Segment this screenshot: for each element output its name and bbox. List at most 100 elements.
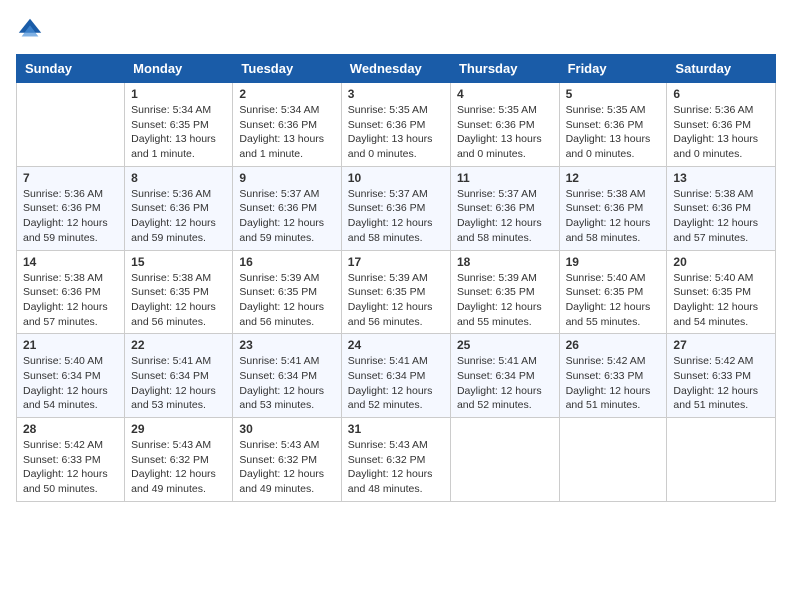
calendar-cell [667,418,776,502]
day-info: Sunrise: 5:39 AMSunset: 6:35 PMDaylight:… [348,271,444,330]
calendar-cell: 14Sunrise: 5:38 AMSunset: 6:36 PMDayligh… [17,250,125,334]
day-number: 14 [23,255,118,269]
day-number: 12 [566,171,661,185]
calendar-cell: 25 Sunrise: 5:41 AMSunset: 6:34 PMDayligh… [450,334,559,418]
day-info: Sunrise: 5:40 AMSunset: 6:35 PMDaylight:… [673,271,769,330]
weekday-header: Tuesday [233,55,341,83]
day-number: 7 [23,171,118,185]
day-info: Sunrise: 5:35 AMSunset: 6:36 PMDaylight:… [566,103,661,162]
day-number: 28 [23,422,118,436]
calendar-cell: 31 Sunrise: 5:43 AMSunset: 6:32 PMDayligh… [341,418,450,502]
calendar-cell: 30 Sunrise: 5:43 AMSunset: 6:32 PMDayligh… [233,418,341,502]
day-number: 25 [457,338,553,352]
calendar-cell: 12 Sunrise: 5:38 AMSunset: 6:36 PMDayligh… [559,166,667,250]
calendar-cell: 3 Sunrise: 5:35 AMSunset: 6:36 PMDaylight… [341,83,450,167]
calendar-cell: 18 Sunrise: 5:39 AMSunset: 6:35 PMDayligh… [450,250,559,334]
weekday-header: Monday [125,55,233,83]
weekday-header: Thursday [450,55,559,83]
calendar-cell: 22 Sunrise: 5:41 AMSunset: 6:34 PMDayligh… [125,334,233,418]
day-info: Sunrise: 5:42 AMSunset: 6:33 PMDaylight:… [23,438,118,497]
calendar-cell: 8 Sunrise: 5:36 AMSunset: 6:36 PMDaylight… [125,166,233,250]
calendar-week-row: 1 Sunrise: 5:34 AMSunset: 6:35 PMDaylight… [17,83,776,167]
calendar-cell: 26 Sunrise: 5:42 AMSunset: 6:33 PMDayligh… [559,334,667,418]
day-info: Sunrise: 5:37 AMSunset: 6:36 PMDaylight:… [457,187,553,246]
calendar-cell [559,418,667,502]
calendar-week-row: 14Sunrise: 5:38 AMSunset: 6:36 PMDayligh… [17,250,776,334]
weekday-header: Wednesday [341,55,450,83]
calendar-cell: 24 Sunrise: 5:41 AMSunset: 6:34 PMDayligh… [341,334,450,418]
calendar-cell [450,418,559,502]
calendar-cell: 16 Sunrise: 5:39 AMSunset: 6:35 PMDayligh… [233,250,341,334]
day-info: Sunrise: 5:38 AMSunset: 6:35 PMDaylight:… [131,271,226,330]
day-number: 5 [566,87,661,101]
calendar-cell: 27 Sunrise: 5:42 AMSunset: 6:33 PMDayligh… [667,334,776,418]
day-number: 18 [457,255,553,269]
day-info: Sunrise: 5:43 AMSunset: 6:32 PMDaylight:… [239,438,334,497]
day-info: Sunrise: 5:42 AMSunset: 6:33 PMDaylight:… [673,354,769,413]
day-number: 4 [457,87,553,101]
weekday-header: Sunday [17,55,125,83]
calendar-week-row: 7 Sunrise: 5:36 AMSunset: 6:36 PMDaylight… [17,166,776,250]
day-number: 11 [457,171,553,185]
logo [16,16,48,44]
day-info: Sunrise: 5:38 AMSunset: 6:36 PMDaylight:… [566,187,661,246]
day-number: 6 [673,87,769,101]
day-info: Sunrise: 5:35 AMSunset: 6:36 PMDaylight:… [348,103,444,162]
day-number: 19 [566,255,661,269]
day-number: 13 [673,171,769,185]
day-info: Sunrise: 5:34 AMSunset: 6:36 PMDaylight:… [239,103,334,162]
logo-icon [16,16,44,44]
day-number: 27 [673,338,769,352]
day-info: Sunrise: 5:39 AMSunset: 6:35 PMDaylight:… [457,271,553,330]
day-number: 17 [348,255,444,269]
day-info: Sunrise: 5:36 AMSunset: 6:36 PMDaylight:… [23,187,118,246]
calendar-cell: 13Sunrise: 5:38 AMSunset: 6:36 PMDayligh… [667,166,776,250]
weekday-header: Saturday [667,55,776,83]
calendar-cell: 21Sunrise: 5:40 AMSunset: 6:34 PMDayligh… [17,334,125,418]
calendar-cell: 4Sunrise: 5:35 AMSunset: 6:36 PMDaylight… [450,83,559,167]
day-number: 21 [23,338,118,352]
day-number: 22 [131,338,226,352]
calendar-cell: 23 Sunrise: 5:41 AMSunset: 6:34 PMDayligh… [233,334,341,418]
day-number: 24 [348,338,444,352]
day-number: 16 [239,255,334,269]
calendar-cell: 9 Sunrise: 5:37 AMSunset: 6:36 PMDaylight… [233,166,341,250]
day-info: Sunrise: 5:43 AMSunset: 6:32 PMDaylight:… [348,438,444,497]
calendar-cell: 11 Sunrise: 5:37 AMSunset: 6:36 PMDayligh… [450,166,559,250]
calendar-cell: 17 Sunrise: 5:39 AMSunset: 6:35 PMDayligh… [341,250,450,334]
day-number: 31 [348,422,444,436]
calendar-week-row: 28 Sunrise: 5:42 AMSunset: 6:33 PMDayligh… [17,418,776,502]
day-number: 29 [131,422,226,436]
day-number: 8 [131,171,226,185]
day-info: Sunrise: 5:41 AMSunset: 6:34 PMDaylight:… [131,354,226,413]
calendar-cell: 7 Sunrise: 5:36 AMSunset: 6:36 PMDaylight… [17,166,125,250]
day-info: Sunrise: 5:36 AMSunset: 6:36 PMDaylight:… [673,103,769,162]
page-header [16,16,776,44]
day-number: 23 [239,338,334,352]
day-info: Sunrise: 5:41 AMSunset: 6:34 PMDaylight:… [457,354,553,413]
calendar-cell: 2 Sunrise: 5:34 AMSunset: 6:36 PMDaylight… [233,83,341,167]
day-number: 3 [348,87,444,101]
day-number: 20 [673,255,769,269]
calendar-cell: 19Sunrise: 5:40 AMSunset: 6:35 PMDayligh… [559,250,667,334]
day-info: Sunrise: 5:41 AMSunset: 6:34 PMDaylight:… [239,354,334,413]
calendar-cell: 15 Sunrise: 5:38 AMSunset: 6:35 PMDayligh… [125,250,233,334]
day-info: Sunrise: 5:37 AMSunset: 6:36 PMDaylight:… [239,187,334,246]
weekday-header-row: SundayMondayTuesdayWednesdayThursdayFrid… [17,55,776,83]
day-info: Sunrise: 5:34 AMSunset: 6:35 PMDaylight:… [131,103,226,162]
day-info: Sunrise: 5:39 AMSunset: 6:35 PMDaylight:… [239,271,334,330]
calendar-cell [17,83,125,167]
day-number: 15 [131,255,226,269]
day-info: Sunrise: 5:36 AMSunset: 6:36 PMDaylight:… [131,187,226,246]
day-number: 30 [239,422,334,436]
day-number: 1 [131,87,226,101]
day-number: 2 [239,87,334,101]
day-number: 9 [239,171,334,185]
calendar-cell: 6 Sunrise: 5:36 AMSunset: 6:36 PMDaylight… [667,83,776,167]
calendar-cell: 5 Sunrise: 5:35 AMSunset: 6:36 PMDaylight… [559,83,667,167]
calendar-cell: 29Sunrise: 5:43 AMSunset: 6:32 PMDayligh… [125,418,233,502]
day-number: 26 [566,338,661,352]
day-info: Sunrise: 5:42 AMSunset: 6:33 PMDaylight:… [566,354,661,413]
day-info: Sunrise: 5:37 AMSunset: 6:36 PMDaylight:… [348,187,444,246]
day-info: Sunrise: 5:41 AMSunset: 6:34 PMDaylight:… [348,354,444,413]
